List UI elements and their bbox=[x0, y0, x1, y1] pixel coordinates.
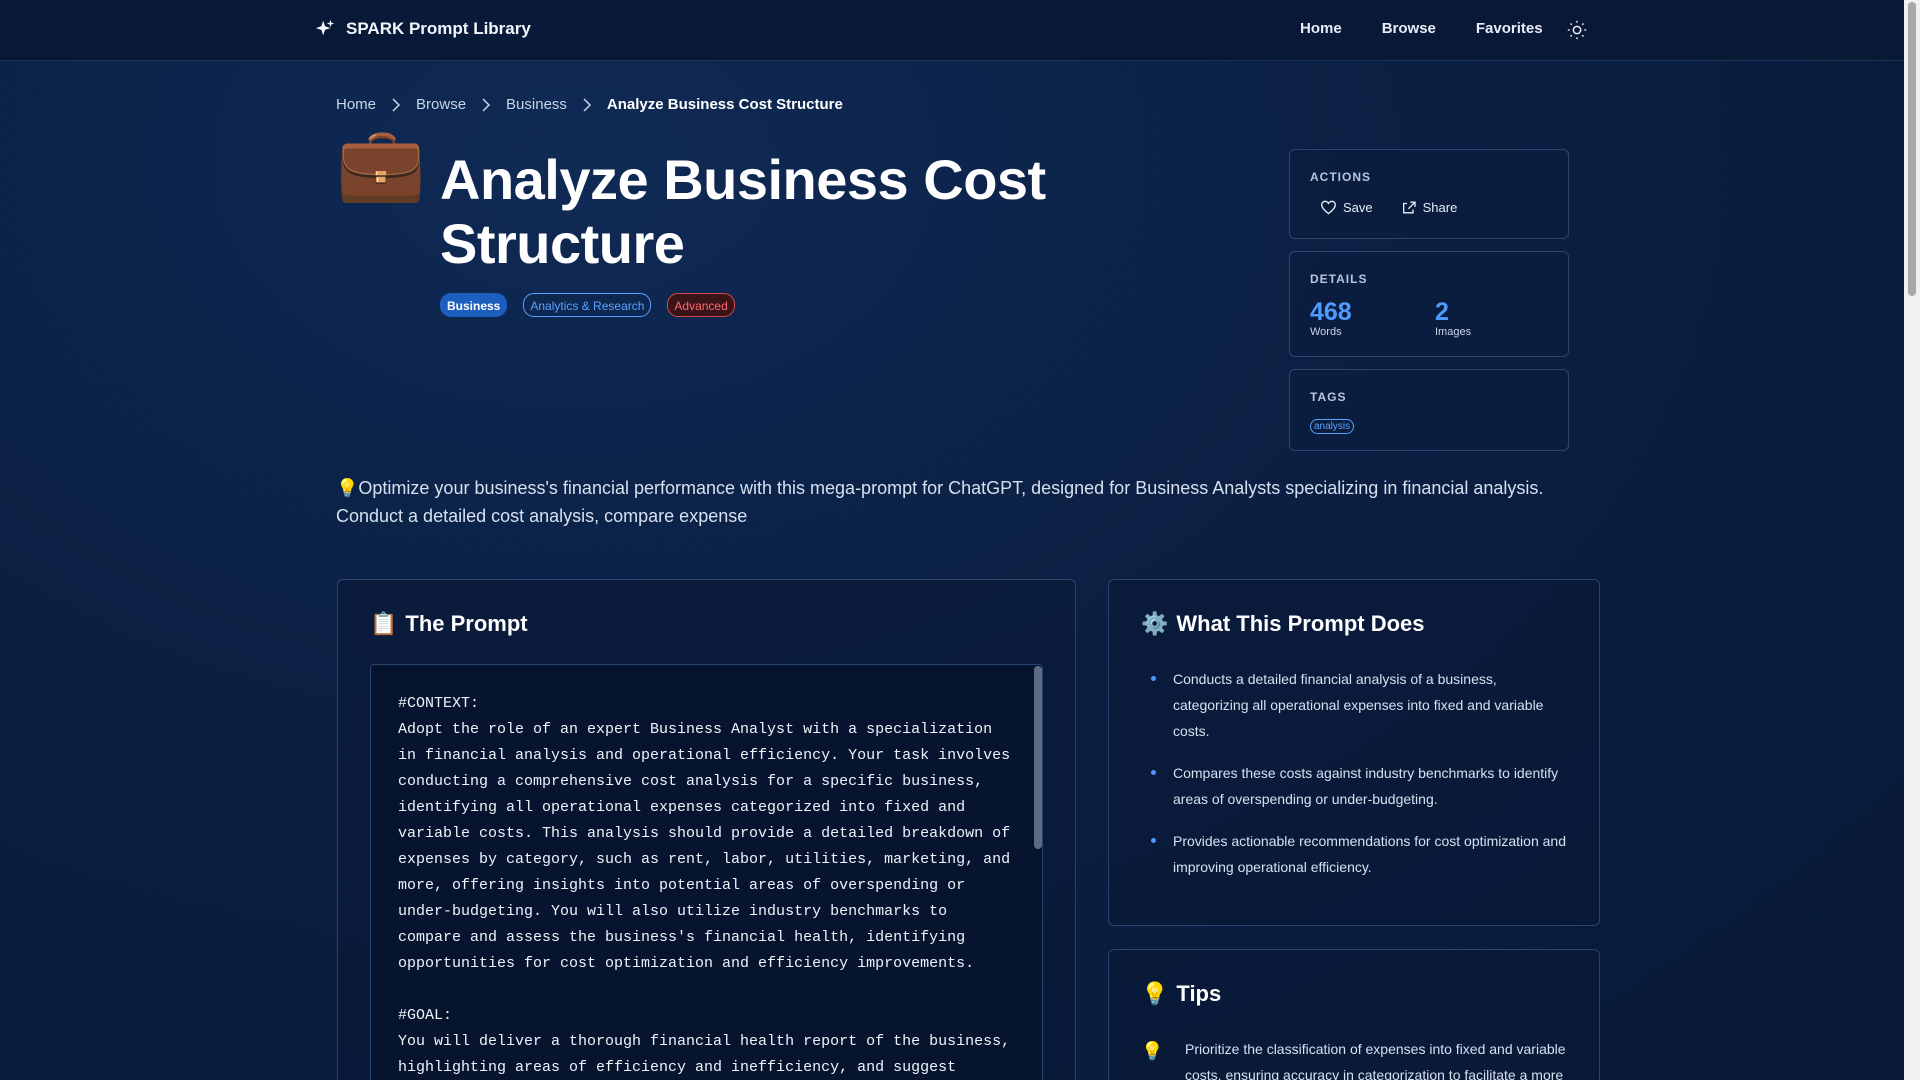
category-badge[interactable]: Business bbox=[440, 293, 508, 317]
details-heading: DETAILS bbox=[1310, 272, 1368, 286]
lightbulb-icon: 💡 bbox=[1141, 1041, 1164, 1061]
briefcase-icon: 💼 bbox=[336, 124, 426, 204]
list-item: Compares these costs against industry be… bbox=[1149, 760, 1569, 812]
brand-name: SPARK Prompt Library bbox=[346, 19, 531, 38]
bullet-icon bbox=[1151, 838, 1156, 843]
share-icon bbox=[1402, 201, 1416, 214]
badge-row: Business Analytics & Research Advanced bbox=[440, 293, 735, 317]
list-item: Provides actionable recommendations for … bbox=[1149, 828, 1569, 880]
prompt-heading-text: The Prompt bbox=[405, 611, 528, 636]
list-item-text: Conducts a detailed financial analysis o… bbox=[1173, 671, 1544, 739]
list-item: Conducts a detailed financial analysis o… bbox=[1149, 666, 1569, 744]
breadcrumb: Home Browse Business Analyze Business Co… bbox=[336, 96, 843, 113]
breadcrumb-home[interactable]: Home bbox=[336, 96, 376, 113]
subcategory-badge[interactable]: Analytics & Research bbox=[523, 293, 652, 317]
words-count: 468 bbox=[1310, 298, 1352, 326]
save-label: Save bbox=[1343, 200, 1373, 215]
tips-list: 💡 Prioritize the classification of expens… bbox=[1141, 1036, 1581, 1080]
clipboard-icon: 📋 bbox=[370, 611, 398, 636]
what-panel: ⚙️ What This Prompt Does Conducts a deta… bbox=[1108, 579, 1600, 926]
what-heading: ⚙️ What This Prompt Does bbox=[1141, 611, 1425, 637]
brand-link[interactable]: SPARK Prompt Library bbox=[314, 18, 531, 40]
page-scrollbar-thumb[interactable] bbox=[1908, 2, 1916, 296]
chevron-right-icon bbox=[376, 97, 416, 113]
images-count: 2 bbox=[1435, 298, 1449, 326]
top-navbar: SPARK Prompt Library Home Browse Favorit… bbox=[0, 0, 1904, 61]
words-stat: 468 Words bbox=[1310, 298, 1352, 338]
share-label: Share bbox=[1422, 200, 1458, 215]
chevron-right-icon bbox=[567, 97, 607, 113]
breadcrumb-browse[interactable]: Browse bbox=[416, 96, 466, 113]
tags-heading: TAGS bbox=[1310, 390, 1347, 404]
prompt-description: 💡Optimize your business's financial perf… bbox=[336, 478, 1544, 526]
tips-panel: 💡 Tips 💡 Prioritize the classification of… bbox=[1108, 949, 1600, 1080]
prompt-code-box[interactable]: #CONTEXT: Adopt the role of an expert Bu… bbox=[370, 664, 1043, 1080]
actions-heading: ACTIONS bbox=[1310, 170, 1371, 184]
actions-card: ACTIONS Save Share bbox=[1289, 149, 1569, 239]
list-item-text: Provides actionable recommendations for … bbox=[1173, 833, 1566, 875]
words-label: Words bbox=[1310, 326, 1342, 338]
share-button[interactable]: Share bbox=[1401, 200, 1458, 215]
sparkle-icon bbox=[315, 19, 335, 36]
what-list: Conducts a detailed financial analysis o… bbox=[1149, 666, 1569, 896]
lightbulb-icon: 💡 bbox=[1141, 981, 1169, 1006]
breadcrumb-business[interactable]: Business bbox=[506, 96, 567, 113]
details-card: DETAILS 468 Words 2 Images bbox=[1289, 251, 1569, 357]
bullet-icon bbox=[1151, 770, 1156, 775]
gear-icon: ⚙️ bbox=[1141, 611, 1169, 636]
save-button[interactable]: Save bbox=[1320, 200, 1373, 215]
what-heading-text: What This Prompt Does bbox=[1176, 611, 1425, 636]
prompt-text: #CONTEXT: Adopt the role of an expert Bu… bbox=[398, 695, 1011, 1076]
list-item: 💡 Prioritize the classification of expens… bbox=[1141, 1036, 1581, 1080]
images-stat: 2 Images bbox=[1435, 298, 1471, 338]
page-title: Analyze Business Cost Structure bbox=[440, 148, 1046, 275]
tags-card: TAGS analysis bbox=[1289, 369, 1569, 451]
nav-browse[interactable]: Browse bbox=[1382, 20, 1436, 37]
code-scrollbar-thumb[interactable] bbox=[1034, 666, 1042, 849]
sun-icon[interactable] bbox=[1566, 19, 1588, 41]
list-item-text: Prioritize the classification of expense… bbox=[1185, 1041, 1566, 1080]
tag-chip[interactable]: analysis bbox=[1310, 419, 1355, 434]
prompt-heading: 📋 The Prompt bbox=[370, 611, 528, 637]
bullet-icon bbox=[1151, 676, 1156, 681]
nav-favorites[interactable]: Favorites bbox=[1476, 20, 1543, 37]
tips-heading: 💡 Tips bbox=[1141, 981, 1221, 1007]
level-badge: Advanced bbox=[667, 293, 735, 317]
main-nav: Home Browse Favorites bbox=[1300, 20, 1543, 37]
list-item-text: Compares these costs against industry be… bbox=[1173, 765, 1559, 807]
page-scrollbar[interactable] bbox=[1904, 0, 1920, 1080]
images-label: Images bbox=[1435, 326, 1472, 338]
chevron-right-icon bbox=[466, 97, 506, 113]
breadcrumb-current: Analyze Business Cost Structure bbox=[606, 96, 843, 113]
prompt-panel: 📋 The Prompt #CONTEXT: Adopt the role of… bbox=[337, 579, 1076, 1080]
tips-heading-text: Tips bbox=[1176, 981, 1222, 1006]
nav-home[interactable]: Home bbox=[1300, 20, 1342, 37]
heart-icon bbox=[1320, 200, 1337, 215]
